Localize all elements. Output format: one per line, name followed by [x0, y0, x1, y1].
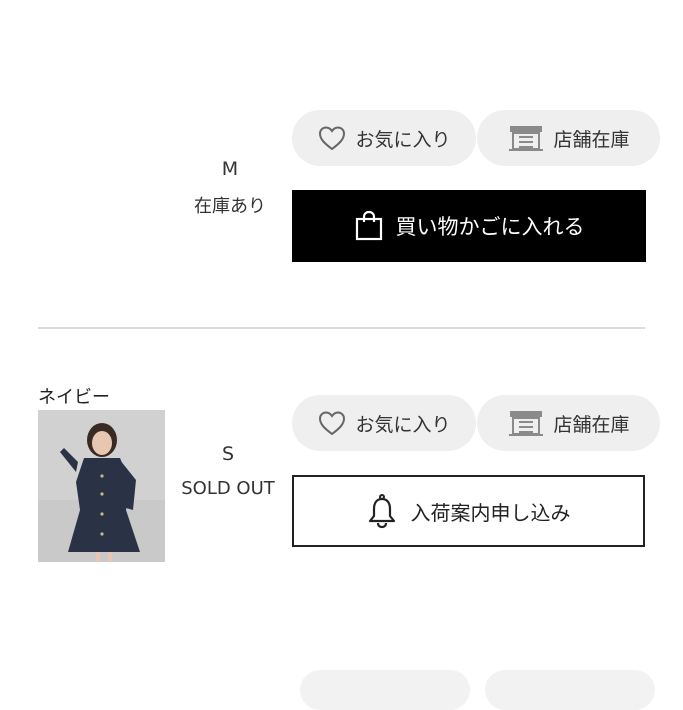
- size-label: S: [221, 443, 235, 465]
- store-stock-button[interactable]: 店舗在庫: [477, 110, 660, 166]
- bell-icon: [368, 494, 395, 529]
- store-stock-label: 店舗在庫: [553, 128, 630, 151]
- favorite-button[interactable]: お気に入り: [292, 110, 476, 166]
- color-name: ネイビー: [38, 387, 110, 408]
- shopping-bag-icon: [355, 210, 382, 241]
- product-thumbnail: [38, 410, 165, 562]
- store-stock-button[interactable]: 店舗在庫: [477, 395, 660, 451]
- next-row-button[interactable]: [300, 670, 470, 710]
- heart-icon: [319, 411, 346, 436]
- favorite-label: お気に入り: [355, 128, 451, 151]
- divider: [38, 327, 645, 329]
- favorite-button[interactable]: お気に入り: [292, 395, 476, 451]
- size-label: M: [221, 158, 239, 180]
- restock-notify-label: 入荷案内申し込み: [410, 500, 571, 525]
- favorite-label: お気に入り: [355, 413, 451, 436]
- add-to-cart-label: 買い物かごに入れる: [395, 215, 585, 239]
- stock-status: 在庫あり: [194, 196, 266, 217]
- stock-status: SOLD OUT: [181, 478, 275, 499]
- store-icon: [509, 411, 544, 436]
- add-to-cart-button[interactable]: 買い物かごに入れる: [292, 190, 646, 262]
- store-stock-label: 店舗在庫: [553, 413, 630, 436]
- next-row-button[interactable]: [485, 670, 655, 710]
- store-icon: [509, 126, 544, 151]
- heart-icon: [319, 126, 346, 151]
- restock-notify-button[interactable]: 入荷案内申し込み: [292, 475, 645, 547]
